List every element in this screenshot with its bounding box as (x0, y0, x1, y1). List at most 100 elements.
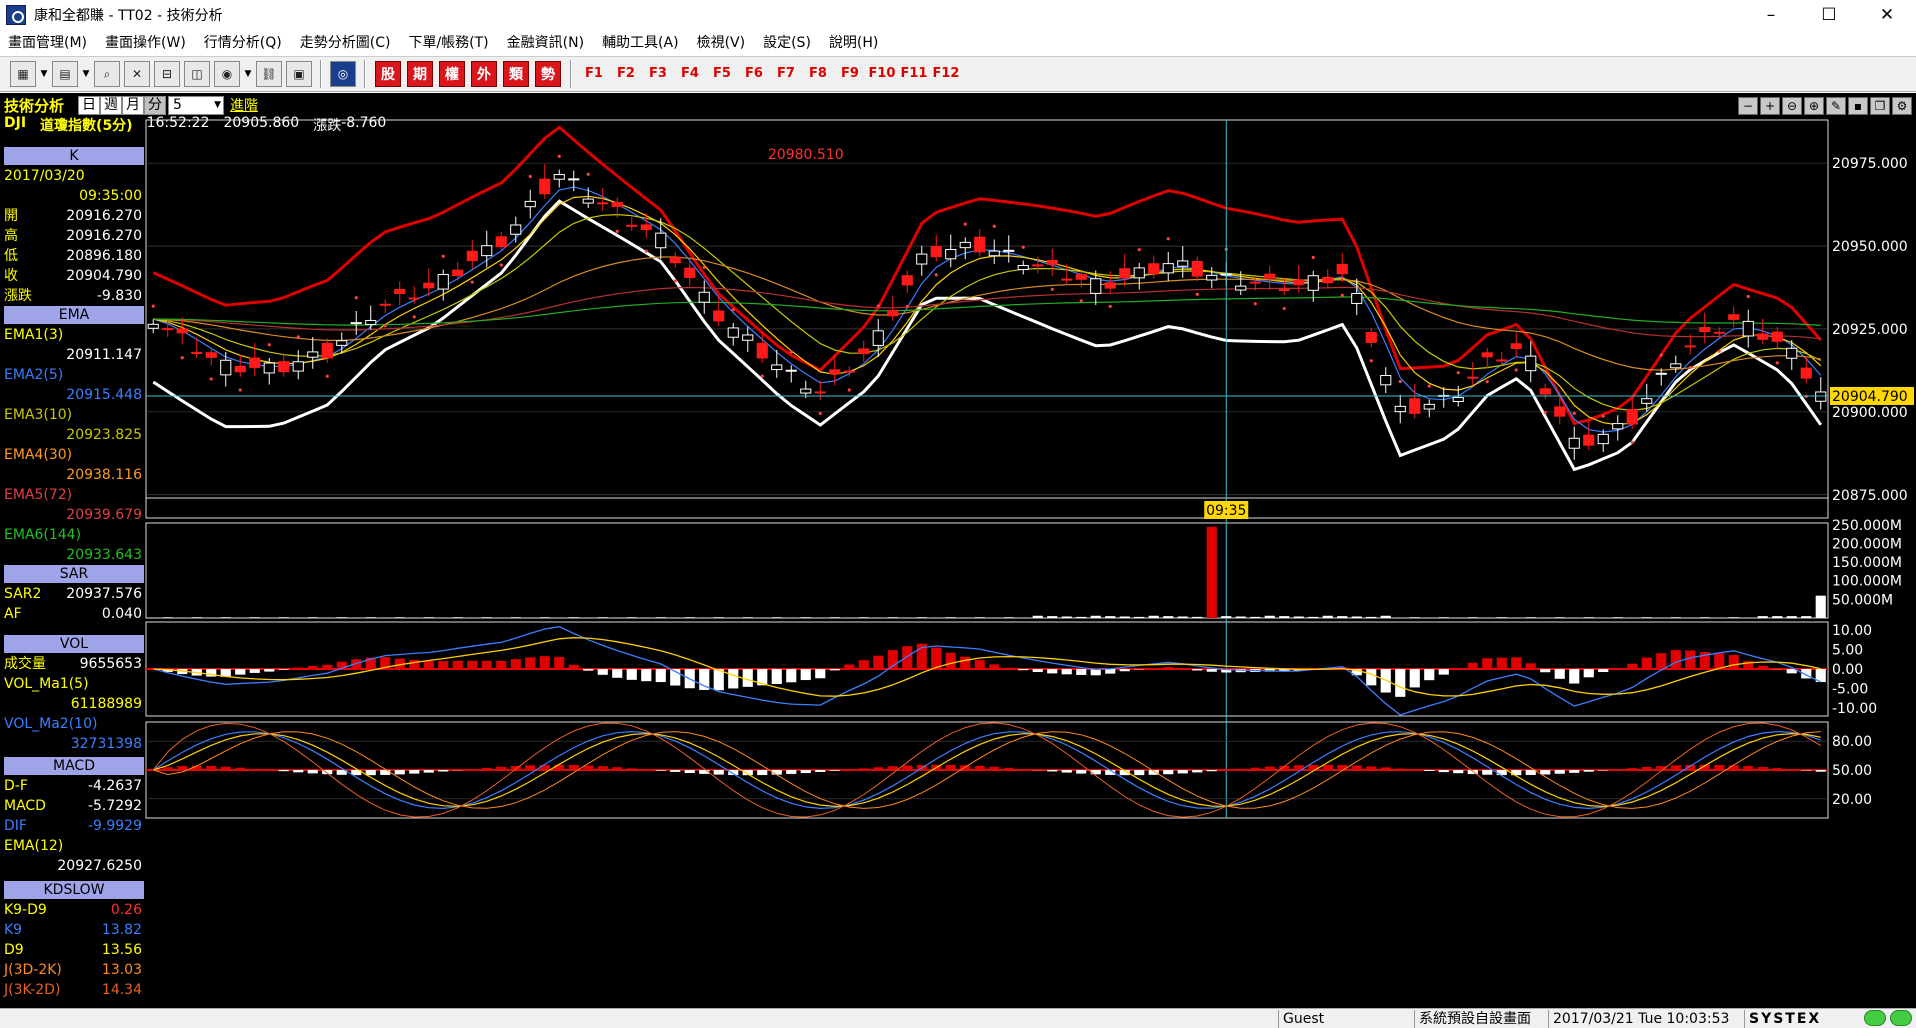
candle-body (713, 310, 725, 322)
kd-histogram-bar (829, 770, 840, 771)
sar-dot (1456, 371, 1460, 375)
candle-body (901, 275, 913, 286)
menu-view[interactable]: 檢視(V) (689, 32, 756, 52)
chevron-down-icon[interactable]: ▼ (242, 69, 254, 79)
volume-bar (539, 617, 550, 618)
sar-dot (1253, 302, 1257, 306)
price-chart[interactable]: 20975.000 20950.000 20925.000 20900.000 2087… (0, 93, 1916, 1008)
volume-bar (162, 617, 173, 618)
f9-button[interactable]: F9 (835, 61, 865, 87)
macd-histogram-bar (1192, 669, 1203, 671)
f12-button[interactable]: F12 (931, 61, 961, 87)
f8-button[interactable]: F8 (803, 61, 833, 87)
volume-bar (394, 617, 405, 618)
split-horizontal-icon[interactable]: ⊟ (154, 61, 180, 87)
status-bar: Guest 系統預設自設畫面 2017/03/21 Tue 10:03:53 S… (0, 1008, 1916, 1028)
menu-settings[interactable]: 設定(S) (755, 32, 821, 52)
volume-bar (1351, 616, 1362, 618)
layout-icon[interactable]: ▦ (10, 61, 36, 87)
candle-body (1177, 260, 1189, 267)
futures-button[interactable]: 期 (407, 61, 433, 87)
macd-histogram-bar (1496, 657, 1507, 669)
save-layout-icon[interactable]: ▤ (52, 61, 78, 87)
menu-quote-analysis[interactable]: 行情分析(Q) (196, 32, 292, 52)
candle-body (988, 250, 1000, 257)
volume-bar (1076, 616, 1087, 618)
maximize-button[interactable]: ☐ (1800, 0, 1858, 30)
menu-screen-operate[interactable]: 畫面操作(W) (97, 32, 196, 52)
menu-trend-chart[interactable]: 走勢分析圖(C) (292, 32, 401, 52)
macd-tick-label: 0.00 (1832, 662, 1863, 678)
sar-dot (1485, 380, 1489, 384)
macd-histogram-bar (1612, 668, 1623, 669)
split-vertical-icon[interactable]: ◫ (184, 61, 210, 87)
kd-histogram-bar (307, 770, 318, 774)
f3-button[interactable]: F3 (643, 61, 673, 87)
status-brand: SYSTEX (1744, 1010, 1821, 1028)
minimize-button[interactable]: – (1742, 0, 1800, 30)
window-title: 康和全都賺 - TT02 - 技術分析 (34, 8, 223, 24)
candle-body (1655, 372, 1667, 375)
menu-tools[interactable]: 輔助工具(A) (594, 32, 689, 52)
macd-tick-label: -10.00 (1832, 701, 1877, 717)
volume-bar (829, 617, 840, 618)
ema3-line (153, 213, 1822, 412)
f11-button[interactable]: F11 (899, 61, 929, 87)
candle-body (249, 357, 261, 368)
menu-help[interactable]: 說明(H) (821, 32, 888, 52)
f4-button[interactable]: F4 (675, 61, 705, 87)
f10-button[interactable]: F10 (867, 61, 897, 87)
candle-body (1322, 276, 1334, 284)
menu-finance-info[interactable]: 金融資訊(N) (499, 32, 594, 52)
candle-body (640, 224, 652, 231)
candle-body (1206, 274, 1218, 281)
sar-dot (1079, 299, 1083, 303)
link-icon[interactable]: ⛓ (256, 61, 282, 87)
macd-histogram-bar (626, 669, 637, 680)
f5-button[interactable]: F5 (707, 61, 737, 87)
macd-histogram-bar (1206, 669, 1217, 672)
kd-histogram-bar (1569, 770, 1580, 773)
volume-bar (1380, 615, 1391, 618)
kd-histogram-bar (1815, 770, 1826, 772)
options-button[interactable]: 權 (439, 61, 465, 87)
macd-histogram-bar (264, 669, 275, 672)
f7-button[interactable]: F7 (771, 61, 801, 87)
menu-order-account[interactable]: 下單/帳務(T) (400, 32, 498, 52)
candle-body (539, 178, 551, 195)
kd-histogram-bar (670, 770, 681, 772)
menu-screen-manage[interactable]: 畫面管理(M) (0, 32, 97, 52)
close-button[interactable]: ✕ (1858, 0, 1916, 30)
trend-button[interactable]: 勢 (535, 61, 561, 87)
category-button[interactable]: 類 (503, 61, 529, 87)
foreign-button[interactable]: 外 (471, 61, 497, 87)
f2-button[interactable]: F2 (611, 61, 641, 87)
globe-icon[interactable]: ◉ (214, 61, 240, 87)
volume-bar (1032, 615, 1043, 618)
search-icon[interactable]: ⌕ (94, 61, 120, 87)
chevron-down-icon[interactable]: ▼ (38, 69, 50, 79)
candle-body (408, 297, 420, 300)
f6-button[interactable]: F6 (739, 61, 769, 87)
vol-tick-label: 50.000M (1832, 592, 1893, 608)
candle-body (1713, 331, 1725, 334)
kd-histogram-bar (177, 766, 188, 770)
stock-button[interactable]: 股 (375, 61, 401, 87)
chevron-down-icon[interactable]: ▼ (80, 69, 92, 79)
f1-button[interactable]: F1 (579, 61, 609, 87)
volume-bar (452, 617, 463, 618)
status-datetime: 2017/03/21 Tue 10:03:53 (1548, 1010, 1729, 1028)
screen-icon[interactable]: ▣ (286, 61, 312, 87)
macd-histogram-bar (960, 656, 971, 669)
candle-body (481, 245, 493, 257)
kd-histogram-bar (1380, 767, 1391, 770)
logo-icon[interactable]: ◎ (330, 61, 356, 87)
status-layout: 系統預設自設畫面 (1414, 1010, 1531, 1028)
sar-dot (1050, 287, 1054, 291)
candle-body (698, 291, 710, 303)
sar-dot (876, 304, 880, 308)
macd-histogram-bar (467, 660, 478, 669)
close-window-icon[interactable]: ✕ (124, 61, 150, 87)
sar-dot (1282, 306, 1286, 311)
sar-dot (470, 280, 474, 284)
